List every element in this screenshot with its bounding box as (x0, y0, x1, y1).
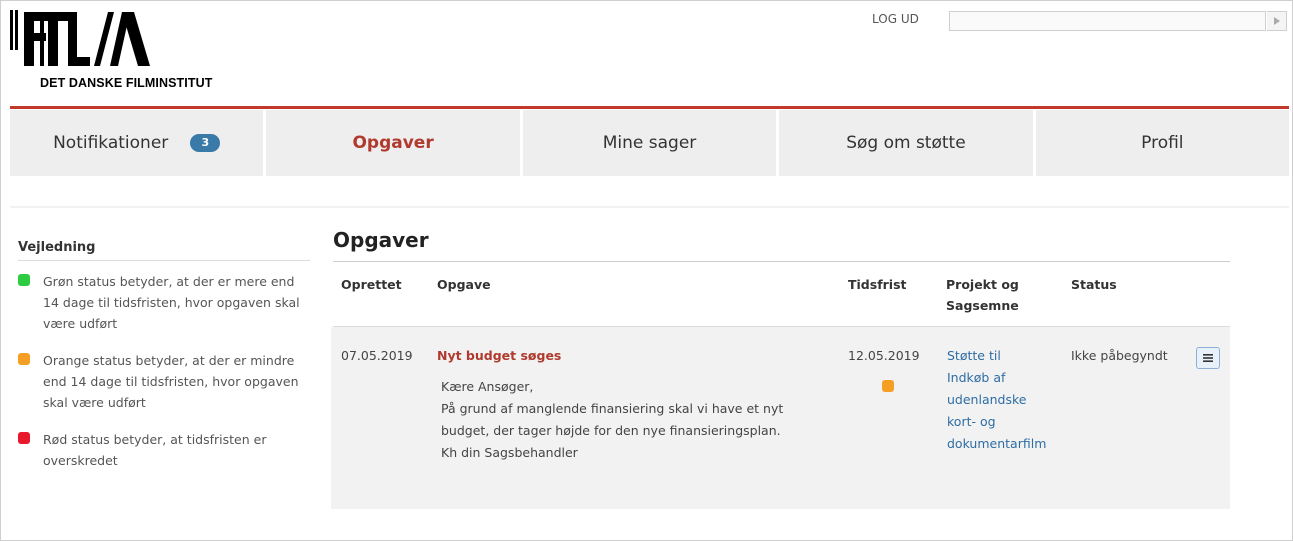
legend-item-orange: Orange status betyder, at der er mindre … (18, 350, 310, 413)
tab-profil[interactable]: Profil (1032, 110, 1290, 176)
table-header: Oprettet Opgave Tidsfrist Projekt og Sag… (333, 262, 1230, 327)
deadline-status-icon (882, 380, 894, 392)
tab-opgaver[interactable]: Opgaver (263, 110, 520, 176)
cell-status: Ikke påbegyndt (1071, 348, 1168, 363)
project-link-line: kort- og (947, 414, 996, 429)
legend-item-green: Grøn status betyder, at der er mere end … (18, 271, 310, 334)
green-status-icon (18, 274, 30, 286)
project-link[interactable]: Støtte til Indkøb af udenlandske kort- o… (947, 345, 1046, 455)
section-divider (10, 206, 1289, 208)
project-link-line: Støtte til (947, 348, 1001, 363)
guide-sidebar: Vejledning Grøn status betyder, at der e… (18, 240, 310, 487)
top-search-button[interactable] (1267, 11, 1287, 31)
task-description-line: Kh din Sagsbehandler (441, 445, 578, 460)
legend-item-red: Rød status betyder, at tidsfristen er ov… (18, 429, 310, 471)
project-link-line: dokumentarfilm (947, 436, 1047, 451)
tab-label: Mine sager (602, 133, 697, 153)
dfi-logo-mark-icon (10, 10, 150, 66)
column-header-created: Oprettet (341, 277, 402, 292)
column-header-task: Opgave (437, 277, 491, 292)
cell-created: 07.05.2019 (341, 348, 413, 363)
cell-deadline: 12.05.2019 (848, 348, 920, 363)
red-status-icon (18, 432, 30, 444)
table-row[interactable]: 07.05.2019 Nyt budget søges Kære Ansøger… (331, 327, 1230, 509)
column-header-deadline: Tidsfrist (848, 277, 907, 292)
notification-count-badge: 3 (190, 134, 221, 152)
tab-soeg-om-stoette[interactable]: Søg om støtte (776, 110, 1033, 176)
hamburger-icon (1203, 354, 1213, 362)
column-header-project: Projekt og Sagsemne (946, 274, 1019, 316)
task-title-link[interactable]: Nyt budget søges (437, 345, 561, 367)
legend-text: Grøn status betyder, at der er mere end … (43, 274, 300, 331)
task-description-line: Kære Ansøger, (441, 379, 534, 394)
column-header-project-line: Projekt og (946, 277, 1019, 292)
tab-label: Profil (1141, 133, 1184, 153)
dfi-logo[interactable]: DET DANSKE FILMINSTITUT (10, 8, 240, 90)
nav-accent-line (10, 106, 1289, 109)
guide-title: Vejledning (18, 240, 310, 261)
logo-text: DET DANSKE FILMINSTITUT (40, 76, 213, 90)
main-nav: Notifikationer 3 Opgaver Mine sager Søg … (10, 110, 1290, 176)
logout-link[interactable]: LOG UD (872, 12, 919, 26)
row-menu-button[interactable] (1196, 347, 1220, 369)
task-description-line: På grund af manglende finansiering skal … (441, 401, 784, 416)
legend-text: Rød status betyder, at tidsfristen er ov… (43, 432, 267, 468)
tab-mine-sager[interactable]: Mine sager (519, 110, 777, 176)
task-description-line: budget, der tager højde for den nye fina… (441, 423, 781, 438)
project-link-line: udenlandske (947, 392, 1027, 407)
column-header-project-line: Sagsemne (946, 298, 1019, 313)
legend-text: Orange status betyder, at der er mindre … (43, 353, 299, 410)
tab-label: Søg om støtte (846, 133, 966, 153)
tab-label: Notifikationer (53, 133, 169, 153)
column-header-status: Status (1071, 277, 1117, 292)
page-title: Opgaver (333, 228, 429, 252)
tab-label: Opgaver (352, 133, 434, 153)
tab-notifikationer[interactable]: Notifikationer 3 (10, 110, 264, 176)
project-link-line: Indkøb af (947, 370, 1006, 385)
task-description: Kære Ansøger, På grund af manglende fina… (441, 376, 783, 464)
orange-status-icon (18, 353, 30, 365)
top-search-input[interactable] (949, 11, 1266, 31)
play-arrow-icon (1273, 17, 1280, 25)
